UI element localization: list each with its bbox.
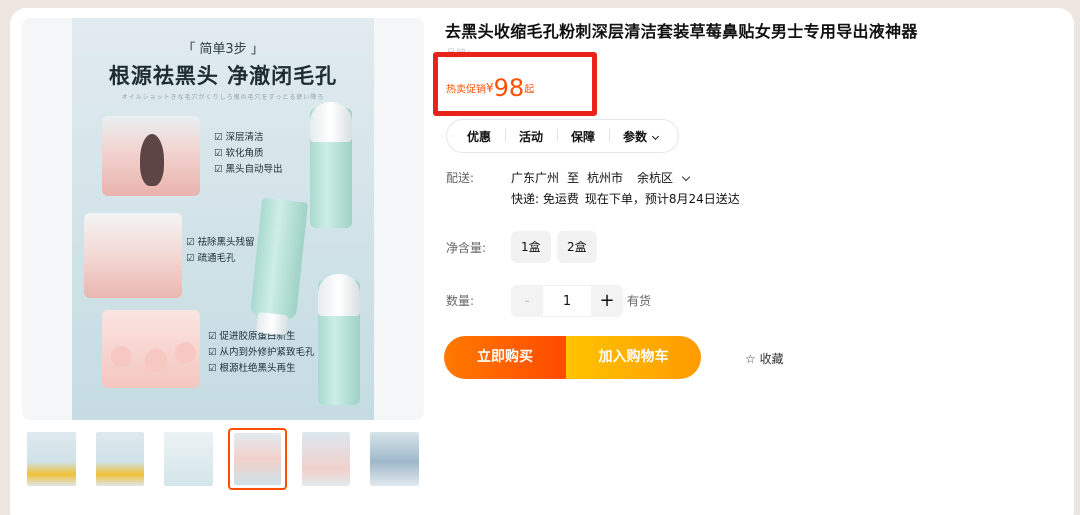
product-bottle-1	[310, 102, 352, 228]
ship-from: 广东广州	[511, 171, 560, 185]
poster-bullets-3: ☑ 促进胶原蛋白新生 ☑ 从内到外修护紧致毛孔 ☑ 根源杜绝黑头再生	[208, 331, 315, 374]
thumbnail-3[interactable]	[159, 428, 218, 490]
thumbnail-4-active[interactable]	[228, 428, 287, 490]
quantity-stepper: - 1 +	[511, 285, 623, 317]
delivery-eta: 现在下单，预计8月24日送达	[584, 192, 740, 206]
favorite-button[interactable]: ☆ 收藏	[745, 350, 784, 367]
poster-bullets-2: ☑ 祛除黑头残留 ☑ 疏通毛孔	[186, 237, 255, 264]
info-tabs: 优惠 活动 保障 参数	[446, 119, 680, 153]
delivery-info: 快递: 免运费 现在下单，预计8月24日送达	[511, 190, 746, 207]
shipping-label: 配送:	[446, 171, 475, 185]
poster-step-label: 「 简单3步 」	[182, 42, 264, 57]
quantity-label: 数量:	[446, 294, 475, 308]
chevron-down-icon	[652, 132, 660, 140]
volume-option-2box[interactable]: 2盒	[557, 231, 597, 263]
main-product-image[interactable]: 「 简单3步 」 根源祛黑头 净澈闭毛孔 オイルショットきな毛穴がくりしろ根の毛…	[22, 18, 424, 420]
quantity-input[interactable]: 1	[543, 285, 591, 317]
product-bottle-2	[318, 274, 360, 405]
express-fee: 快递: 免运费	[511, 192, 579, 206]
thumbnail-1[interactable]	[22, 428, 81, 490]
ship-to-word: 至	[567, 171, 580, 185]
quantity-increment-button[interactable]: +	[591, 285, 623, 317]
stock-status: 有货	[627, 294, 652, 308]
tab-params[interactable]: 参数	[609, 128, 672, 145]
price-highlight-box	[433, 52, 597, 116]
product-poster: 「 简单3步 」 根源祛黑头 净澈闭毛孔 オイルショットきな毛穴がくりしろ根の毛…	[72, 18, 374, 420]
add-to-cart-button[interactable]: 加入购物车	[566, 336, 701, 379]
skin-diagram-2	[84, 213, 182, 298]
thumbnail-strip	[22, 428, 424, 494]
product-tube	[249, 197, 309, 336]
poster-bullets-1: ☑ 深层清洁 ☑ 软化角质 ☑ 黑头自动导出	[214, 132, 283, 175]
chevron-down-icon[interactable]	[681, 172, 691, 182]
ship-city: 杭州市	[587, 171, 624, 185]
volume-label: 净含量:	[446, 241, 487, 255]
poster-headline: 根源祛黑头 净澈闭毛孔	[108, 64, 338, 88]
thumbnail-2[interactable]	[91, 428, 150, 490]
skin-diagram-1	[102, 116, 200, 196]
product-title: 去黑头收缩毛孔粉刺深层清洁套装草莓鼻贴女男士专用导出液神器	[445, 22, 918, 41]
poster-subline: オイルショットきな毛穴がくりしろ根の毛穴をすっとる使い降ろ	[121, 94, 325, 101]
volume-option-1box[interactable]: 1盒	[511, 231, 551, 263]
tab-discount[interactable]: 优惠	[453, 128, 505, 145]
quantity-decrement-button[interactable]: -	[511, 285, 543, 317]
thumbnail-6[interactable]	[365, 428, 424, 490]
skin-diagram-3	[102, 310, 200, 388]
ship-district: 余杭区	[637, 171, 674, 185]
buy-now-button[interactable]: 立即购买	[444, 336, 566, 379]
product-card: 「 简单3步 」 根源祛黑头 净澈闭毛孔 オイルショットきな毛穴がくりしろ根の毛…	[10, 8, 1074, 515]
shipping-location[interactable]: 广东广州至杭州市 余杭区	[511, 169, 697, 186]
tab-activity[interactable]: 活动	[505, 128, 557, 145]
thumbnail-5[interactable]	[297, 428, 356, 490]
tab-guarantee[interactable]: 保障	[557, 128, 609, 145]
